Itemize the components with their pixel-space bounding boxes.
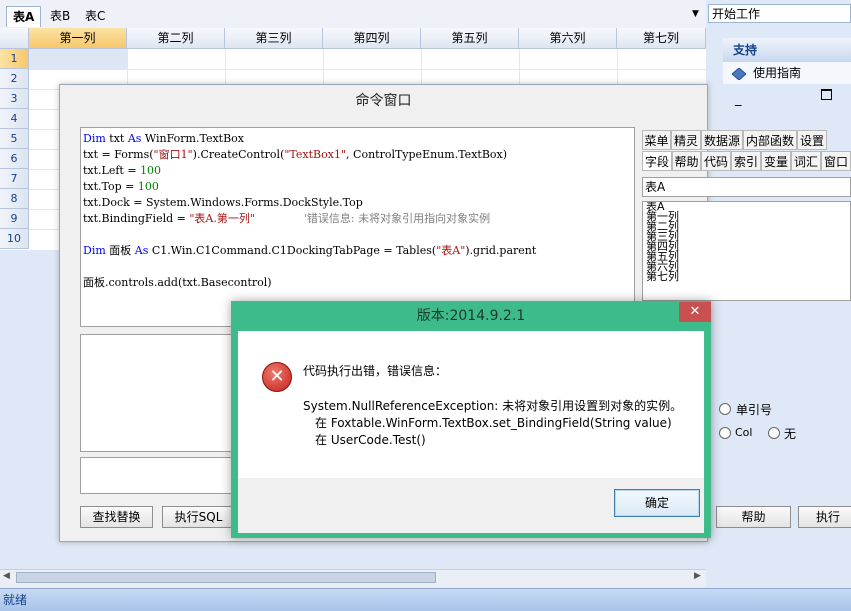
none-radio[interactable]	[768, 427, 780, 439]
single-quote-label: 单引号	[736, 403, 773, 417]
chevron-down-icon[interactable]: ▼	[692, 9, 699, 19]
help-button[interactable]: 帮助	[716, 506, 791, 528]
error-icon: ✕	[262, 362, 292, 392]
column-header[interactable]: 第四列	[323, 28, 421, 49]
tab-window[interactable]: 窗口	[821, 151, 851, 171]
tab-internal-functions[interactable]: 内部函数	[743, 130, 797, 150]
tab-datasource[interactable]: 数据源	[701, 130, 743, 150]
start-work-combo[interactable]: 开始工作	[708, 4, 851, 23]
list-item[interactable]: 第七列	[643, 271, 850, 282]
execute-sql-button[interactable]: 执行SQL	[162, 506, 235, 528]
row-header[interactable]: 9	[0, 209, 29, 229]
column-header[interactable]: 第一列	[29, 28, 127, 49]
field-list[interactable]: 表A 第一列 第二列 第三列 第四列 第五列 第六列 第七列	[642, 201, 851, 301]
tab-vocabulary[interactable]: 词汇	[791, 151, 821, 171]
guide-icon	[732, 68, 746, 80]
row-header[interactable]: 6	[0, 149, 29, 169]
single-quote-radio[interactable]	[719, 403, 731, 415]
close-icon[interactable]: ✕	[679, 302, 711, 322]
row-header[interactable]: 5	[0, 129, 29, 149]
tab-menu[interactable]: 菜单	[642, 130, 671, 150]
code-line: ​	[83, 227, 632, 243]
scrollbar-thumb[interactable]	[16, 572, 436, 583]
col-radio[interactable]	[719, 427, 731, 439]
minimize-icon[interactable]: _	[735, 92, 742, 107]
row-header[interactable]: 1	[0, 49, 29, 69]
tab-fields[interactable]: 字段	[642, 151, 672, 171]
none-label: 无	[784, 427, 797, 441]
grid-line	[29, 69, 706, 70]
command-window-title: 命令窗口	[355, 93, 412, 109]
row-header[interactable]: 10	[0, 229, 29, 249]
column-header[interactable]: 第二列	[127, 28, 225, 49]
column-header[interactable]: 第五列	[421, 28, 519, 49]
dialog-title: 版本:2014.9.2.1	[416, 308, 526, 324]
find-replace-button[interactable]: 查找替换	[80, 506, 153, 528]
error-heading: 代码执行出错，错误信息：	[303, 364, 448, 378]
maximize-icon[interactable]	[821, 89, 832, 100]
row-header[interactable]: 4	[0, 109, 29, 129]
execute-button[interactable]: 执行	[798, 506, 851, 528]
status-bar: 就绪	[0, 588, 851, 611]
ok-button[interactable]: 确定	[614, 489, 700, 517]
tab-sheet-c[interactable]: 表C	[79, 6, 111, 26]
code-line: txt.Dock = System.Windows.Forms.DockStyl…	[83, 196, 363, 209]
row-header[interactable]: 2	[0, 69, 29, 89]
tab-sheet-b[interactable]: 表B	[44, 6, 76, 26]
code-line: Dim txt As WinForm.TextBox	[83, 132, 244, 145]
stack-trace-line: 在 UserCode.Test()	[315, 433, 426, 447]
column-header[interactable]: 第六列	[519, 28, 617, 49]
code-line: txt.BindingField = "表A.第一列" '错误信息: 未将对象引…	[83, 212, 491, 225]
code-line: txt = Forms("窗口1").CreateControl("TextBo…	[83, 148, 508, 161]
right-task-panel	[708, 28, 851, 588]
scroll-right-icon[interactable]: ▶	[694, 571, 701, 581]
row-header[interactable]: 3	[0, 89, 29, 109]
sheet-tab-bar: 表A 表B 表C	[0, 0, 706, 29]
support-panel-header[interactable]: 支持	[723, 38, 851, 62]
scroll-left-icon[interactable]: ◀	[3, 571, 10, 581]
error-message: System.NullReferenceException: 未将对象引用设置到…	[303, 399, 683, 413]
tab-variables[interactable]: 变量	[761, 151, 791, 171]
code-line: 面板.controls.add(txt.Basecontrol)	[83, 276, 272, 289]
col-label: Col	[735, 426, 753, 439]
tab-index[interactable]: 索引	[731, 151, 761, 171]
tab-help[interactable]: 帮助	[672, 151, 701, 171]
tab-wizard[interactable]: 精灵	[671, 130, 701, 150]
stack-trace-line: 在 Foxtable.WinForm.TextBox.set_BindingFi…	[315, 416, 672, 430]
tab-sheet-a[interactable]: 表A	[6, 6, 42, 27]
table-select[interactable]: 表A	[642, 177, 851, 197]
tab-settings[interactable]: 设置	[797, 130, 827, 150]
code-line: txt.Left = 100	[83, 164, 162, 177]
grid-corner[interactable]	[0, 28, 29, 49]
row-header[interactable]: 8	[0, 189, 29, 209]
tab-code[interactable]: 代码	[701, 151, 731, 171]
code-line: txt.Top = 100	[83, 180, 159, 193]
code-line: Dim 面板 As C1.Win.C1Command.C1DockingTabP…	[83, 244, 537, 257]
code-editor[interactable]: Dim txt As WinForm.TextBox txt = Forms("窗…	[80, 127, 635, 327]
row-header[interactable]: 7	[0, 169, 29, 189]
column-header[interactable]: 第七列	[617, 28, 706, 49]
column-header[interactable]: 第三列	[225, 28, 323, 49]
code-line: ​	[83, 259, 632, 275]
selected-cell[interactable]	[29, 49, 127, 69]
